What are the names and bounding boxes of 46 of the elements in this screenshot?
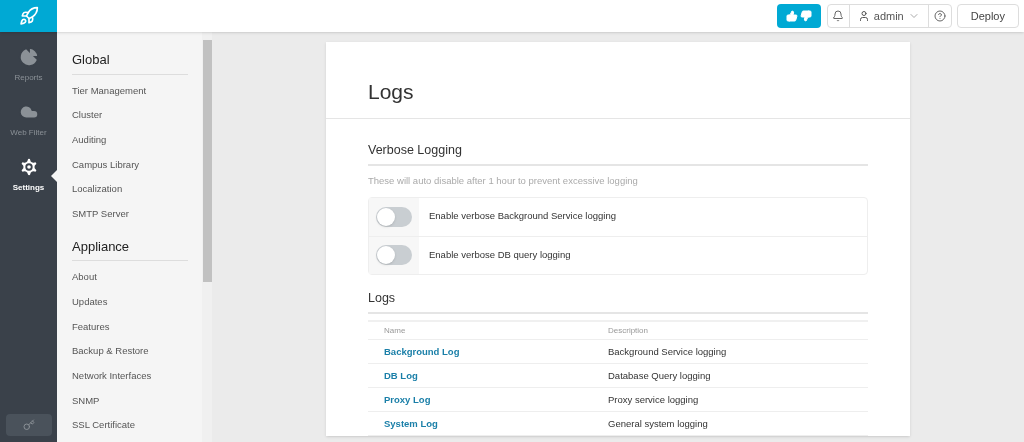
table-cell: Database Query logging <box>608 368 711 383</box>
table-cell: General system logging <box>608 416 708 431</box>
rocket-icon <box>18 6 39 26</box>
toggle-label: Enable verbose Background Service logging <box>428 209 616 224</box>
sidebar-item[interactable]: Campus Library <box>72 152 188 178</box>
sidebar-item[interactable]: SSL Certificate <box>72 413 188 438</box>
table-cell: Background Service logging <box>608 344 727 359</box>
sidebar-item[interactable]: Cluster <box>72 103 188 128</box>
sidebar-item[interactable]: SMTP Server <box>72 201 188 227</box>
toggle-switch[interactable] <box>376 245 412 265</box>
column-header: Description <box>608 324 648 337</box>
thumbs-down-icon <box>799 10 812 22</box>
sidebar-heading: Appliance <box>72 236 188 262</box>
thumbs-up-icon <box>785 10 798 22</box>
hint-text: These will auto disable after 1 hour to prevent excessive logging <box>368 174 639 189</box>
scrollbar[interactable] <box>202 32 212 442</box>
sidebar-item[interactable]: SNMP <box>72 388 188 414</box>
toggle-switch[interactable] <box>376 206 412 227</box>
column-header: Name <box>383 324 407 337</box>
log-link[interactable]: System Log <box>384 417 438 429</box>
sidebar-item[interactable]: Backup & Restore <box>72 339 188 364</box>
help-icon <box>933 10 946 22</box>
pie-chart-icon <box>17 46 40 68</box>
sidebar-item[interactable]: Auditing <box>72 127 188 153</box>
sidebar-item[interactable]: Features <box>72 314 188 340</box>
sidebar-heading: Global <box>72 50 188 75</box>
key-button[interactable] <box>5 414 52 436</box>
table-cell: Proxy service logging <box>608 392 699 407</box>
toggle-label: Enable verbose DB query logging <box>428 247 571 262</box>
sidebar-item[interactable]: About <box>72 265 188 290</box>
log-link[interactable]: Background Log <box>384 345 460 357</box>
sidebar-item[interactable]: Updates <box>72 289 188 315</box>
sidebar-item[interactable]: Localization <box>72 177 188 202</box>
log-link[interactable]: Proxy Log <box>384 393 431 405</box>
section-heading: Verbose Logging <box>368 140 868 167</box>
feedback-button[interactable] <box>776 4 821 28</box>
deploy-button[interactable]: Deploy <box>956 4 1019 28</box>
logo[interactable] <box>0 0 57 32</box>
sidebar-item[interactable]: Network Interfaces <box>72 363 188 389</box>
sidebar-item[interactable]: Tier Management <box>72 78 188 104</box>
section-heading: Logs <box>368 288 868 315</box>
user-icon <box>857 10 870 22</box>
bell-icon <box>832 10 845 22</box>
key-icon <box>22 419 35 431</box>
log-link[interactable]: DB Log <box>384 369 418 381</box>
page-title: Logs <box>326 42 910 119</box>
